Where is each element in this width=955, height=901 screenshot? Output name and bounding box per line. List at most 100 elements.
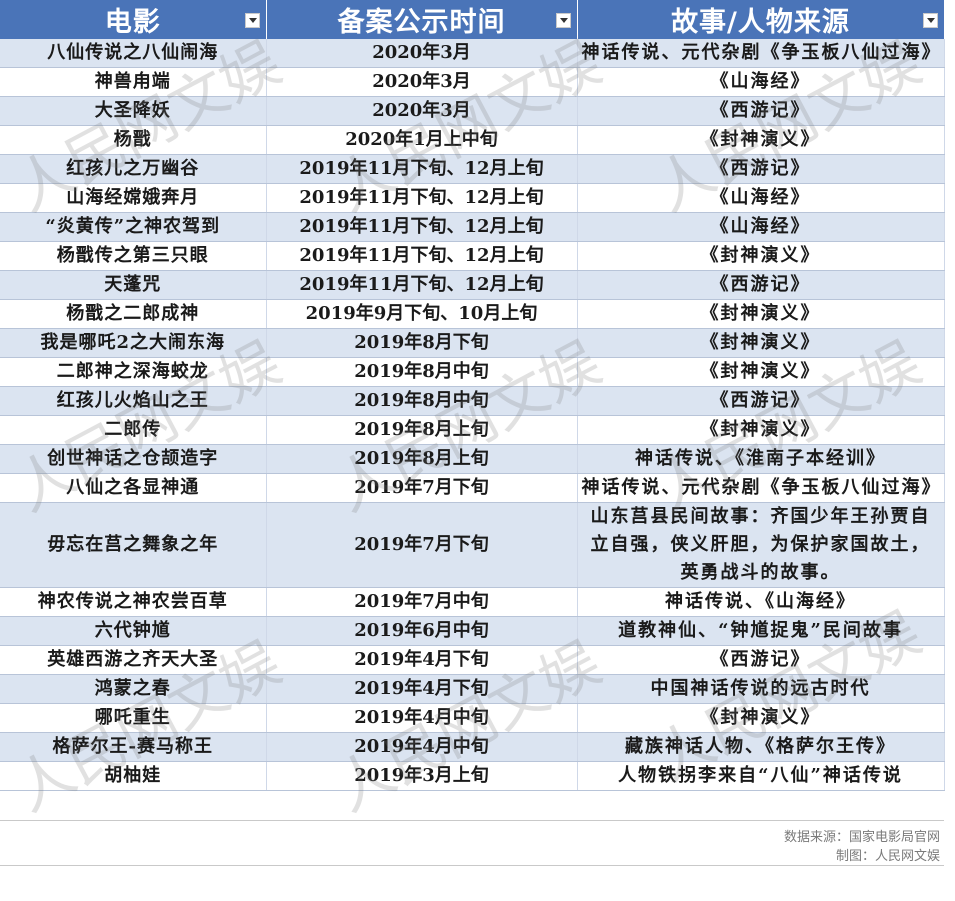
table-row: 杨戬 2020年1月上中旬 《封神演义》 — [0, 125, 945, 155]
film-name-cell: 八仙之各显神通 — [0, 473, 267, 503]
filing-date-cell: 2019年8月中旬 — [266, 386, 578, 416]
story-source-cell: 《西游记》 — [577, 270, 945, 300]
filter-dropdown-icon[interactable] — [555, 13, 571, 28]
filing-date-cell: 2019年4月下旬 — [266, 674, 578, 704]
footer-credits: 数据来源：国家电影局官网 制图：人民网文娱 — [0, 820, 944, 866]
story-source-cell: 《山海经》 — [577, 183, 945, 213]
story-source-cell: 《西游记》 — [577, 154, 945, 184]
table-row: 山海经嫦娥奔月 2019年11月下旬、12月上旬 《山海经》 — [0, 183, 945, 213]
filter-dropdown-icon[interactable] — [922, 13, 938, 28]
table-row: 天蓬咒 2019年11月下旬、12月上旬 《西游记》 — [0, 270, 945, 300]
filing-date-cell: 2020年3月 — [266, 39, 578, 68]
table-row: 英雄西游之齐天大圣 2019年4月下旬 《西游记》 — [0, 645, 945, 675]
table-row: 八仙传说之八仙闹海 2020年3月 神话传说、元代杂剧《争玉板八仙过海》 — [0, 39, 945, 68]
table-row: “炎黄传”之神农驾到 2019年11月下旬、12月上旬 《山海经》 — [0, 212, 945, 242]
filing-date-cell: 2019年8月中旬 — [266, 357, 578, 387]
table-row: 毋忘在莒之舞象之年 2019年7月下旬 山东莒县民间故事：齐国少年王孙贾自立自强，侠… — [0, 502, 945, 588]
filing-date-cell: 2019年11月下旬、12月上旬 — [266, 183, 578, 213]
film-name-cell: 天蓬咒 — [0, 270, 267, 300]
film-name-cell: 杨戬传之第三只眼 — [0, 241, 267, 271]
table-row: 大圣降妖 2020年3月 《西游记》 — [0, 96, 945, 126]
story-source-cell: 《封神演义》 — [577, 415, 945, 445]
filing-date-cell: 2019年11月下旬、12月上旬 — [266, 241, 578, 271]
story-source-cell: 《封神演义》 — [577, 299, 945, 329]
table-row: 神兽甪端 2020年3月 《山海经》 — [0, 67, 945, 97]
filing-date-cell: 2019年4月中旬 — [266, 703, 578, 733]
table-row: 我是哪吒2之大闹东海 2019年8月下旬 《封神演义》 — [0, 328, 945, 358]
film-name-cell: 毋忘在莒之舞象之年 — [0, 502, 267, 588]
film-name-cell: 大圣降妖 — [0, 96, 267, 126]
table-row: 创世神话之仓颉造字 2019年8月上旬 神话传说、《淮南子本经训》 — [0, 444, 945, 474]
story-source-cell: 《封神演义》 — [577, 328, 945, 358]
story-source-cell: 《封神演义》 — [577, 357, 945, 387]
film-name-cell: 创世神话之仓颉造字 — [0, 444, 267, 474]
story-source-cell: 神话传说、元代杂剧《争玉板八仙过海》 — [577, 473, 945, 503]
film-name-cell: 我是哪吒2之大闹东海 — [0, 328, 267, 358]
table-row: 杨戬之二郎成神 2019年9月下旬、10月上旬 《封神演义》 — [0, 299, 945, 329]
header-source: 故事/人物来源 — [577, 0, 945, 39]
filter-dropdown-icon[interactable] — [244, 13, 260, 28]
header-film-label: 电影 — [104, 7, 161, 38]
filing-date-cell: 2020年1月上中旬 — [266, 125, 578, 155]
filing-date-cell: 2019年11月下旬、12月上旬 — [266, 212, 578, 242]
story-source-cell: 神话传说、《淮南子本经训》 — [577, 444, 945, 474]
chart-credit-note: 制图：人民网文娱 — [835, 849, 940, 864]
film-name-cell: 山海经嫦娥奔月 — [0, 183, 267, 213]
filing-date-cell: 2019年3月上旬 — [266, 761, 578, 791]
story-source-cell: 山东莒县民间故事：齐国少年王孙贾自立自强，侠义肝胆，为保护家国故土，英勇战斗的故… — [577, 502, 945, 588]
story-source-cell: 《封神演义》 — [577, 703, 945, 733]
film-name-cell: 胡柚娃 — [0, 761, 267, 791]
film-name-cell: 二郎神之深海蛟龙 — [0, 357, 267, 387]
table-row: 六代钟馗 2019年6月中旬 道教神仙、“钟馗捉鬼”民间故事 — [0, 616, 945, 646]
film-name-cell: 二郎传 — [0, 415, 267, 445]
film-name-cell: 格萨尔王-赛马称王 — [0, 732, 267, 762]
table-row: 红孩儿之万幽谷 2019年11月下旬、12月上旬 《西游记》 — [0, 154, 945, 184]
film-name-cell: 八仙传说之八仙闹海 — [0, 39, 267, 68]
story-source-cell: 道教神仙、“钟馗捉鬼”民间故事 — [577, 616, 945, 646]
filing-date-cell: 2019年8月上旬 — [266, 444, 578, 474]
story-source-cell: 《西游记》 — [577, 96, 945, 126]
table-row: 二郎传 2019年8月上旬 《封神演义》 — [0, 415, 945, 445]
story-source-cell: 《西游记》 — [577, 386, 945, 416]
filing-date-cell: 2019年11月下旬、12月上旬 — [266, 270, 578, 300]
table-row: 哪吒重生 2019年4月中旬 《封神演义》 — [0, 703, 945, 733]
film-name-cell: 红孩儿火焰山之王 — [0, 386, 267, 416]
story-source-cell: 《西游记》 — [577, 645, 945, 675]
story-source-cell: 《封神演义》 — [577, 241, 945, 271]
data-source-note: 数据来源：国家电影局官网 — [783, 830, 940, 845]
filing-date-cell: 2019年4月中旬 — [266, 732, 578, 762]
table-row: 红孩儿火焰山之王 2019年8月中旬 《西游记》 — [0, 386, 945, 416]
header-film: 电影 — [0, 0, 267, 39]
story-source-cell: 中国神话传说的远古时代 — [577, 674, 945, 704]
header-source-label: 故事/人物来源 — [671, 7, 850, 38]
story-source-cell: 神话传说、元代杂剧《争玉板八仙过海》 — [577, 39, 945, 68]
film-name-cell: 英雄西游之齐天大圣 — [0, 645, 267, 675]
filing-date-cell: 2019年9月下旬、10月上旬 — [266, 299, 578, 329]
story-source-cell: 《山海经》 — [577, 67, 945, 97]
film-name-cell: 红孩儿之万幽谷 — [0, 154, 267, 184]
story-source-cell: 《山海经》 — [577, 212, 945, 242]
filing-date-cell: 2020年3月 — [266, 67, 578, 97]
film-name-cell: 杨戬 — [0, 125, 267, 155]
story-source-cell: 《封神演义》 — [577, 125, 945, 155]
film-name-cell: 神农传说之神农尝百草 — [0, 587, 267, 617]
table-row: 二郎神之深海蛟龙 2019年8月中旬 《封神演义》 — [0, 357, 945, 387]
filing-date-cell: 2019年6月中旬 — [266, 616, 578, 646]
filing-date-cell: 2019年11月下旬、12月上旬 — [266, 154, 578, 184]
filing-date-cell: 2019年7月下旬 — [266, 473, 578, 503]
film-name-cell: 哪吒重生 — [0, 703, 267, 733]
film-name-cell: “炎黄传”之神农驾到 — [0, 212, 267, 242]
table-row: 神农传说之神农尝百草 2019年7月中旬 神话传说、《山海经》 — [0, 587, 945, 617]
film-name-cell: 六代钟馗 — [0, 616, 267, 646]
film-name-cell: 杨戬之二郎成神 — [0, 299, 267, 329]
filing-date-cell: 2019年7月中旬 — [266, 587, 578, 617]
film-name-cell: 鸿蒙之春 — [0, 674, 267, 704]
data-table-sheet: 电影 备案公示时间 故事/人物来源 八仙传说之八仙闹海 2020年3月 神话传说、元… — [0, 0, 945, 791]
header-row: 电影 备案公示时间 故事/人物来源 — [0, 0, 945, 39]
filing-date-cell: 2019年7月下旬 — [266, 502, 578, 588]
table-row: 胡柚娃 2019年3月上旬 人物铁拐李来自“八仙”神话传说 — [0, 761, 945, 791]
filing-date-cell: 2019年4月下旬 — [266, 645, 578, 675]
film-name-cell: 神兽甪端 — [0, 67, 267, 97]
table-row: 鸿蒙之春 2019年4月下旬 中国神话传说的远古时代 — [0, 674, 945, 704]
film-table: 电影 备案公示时间 故事/人物来源 八仙传说之八仙闹海 2020年3月 神话传说、元… — [0, 0, 945, 791]
